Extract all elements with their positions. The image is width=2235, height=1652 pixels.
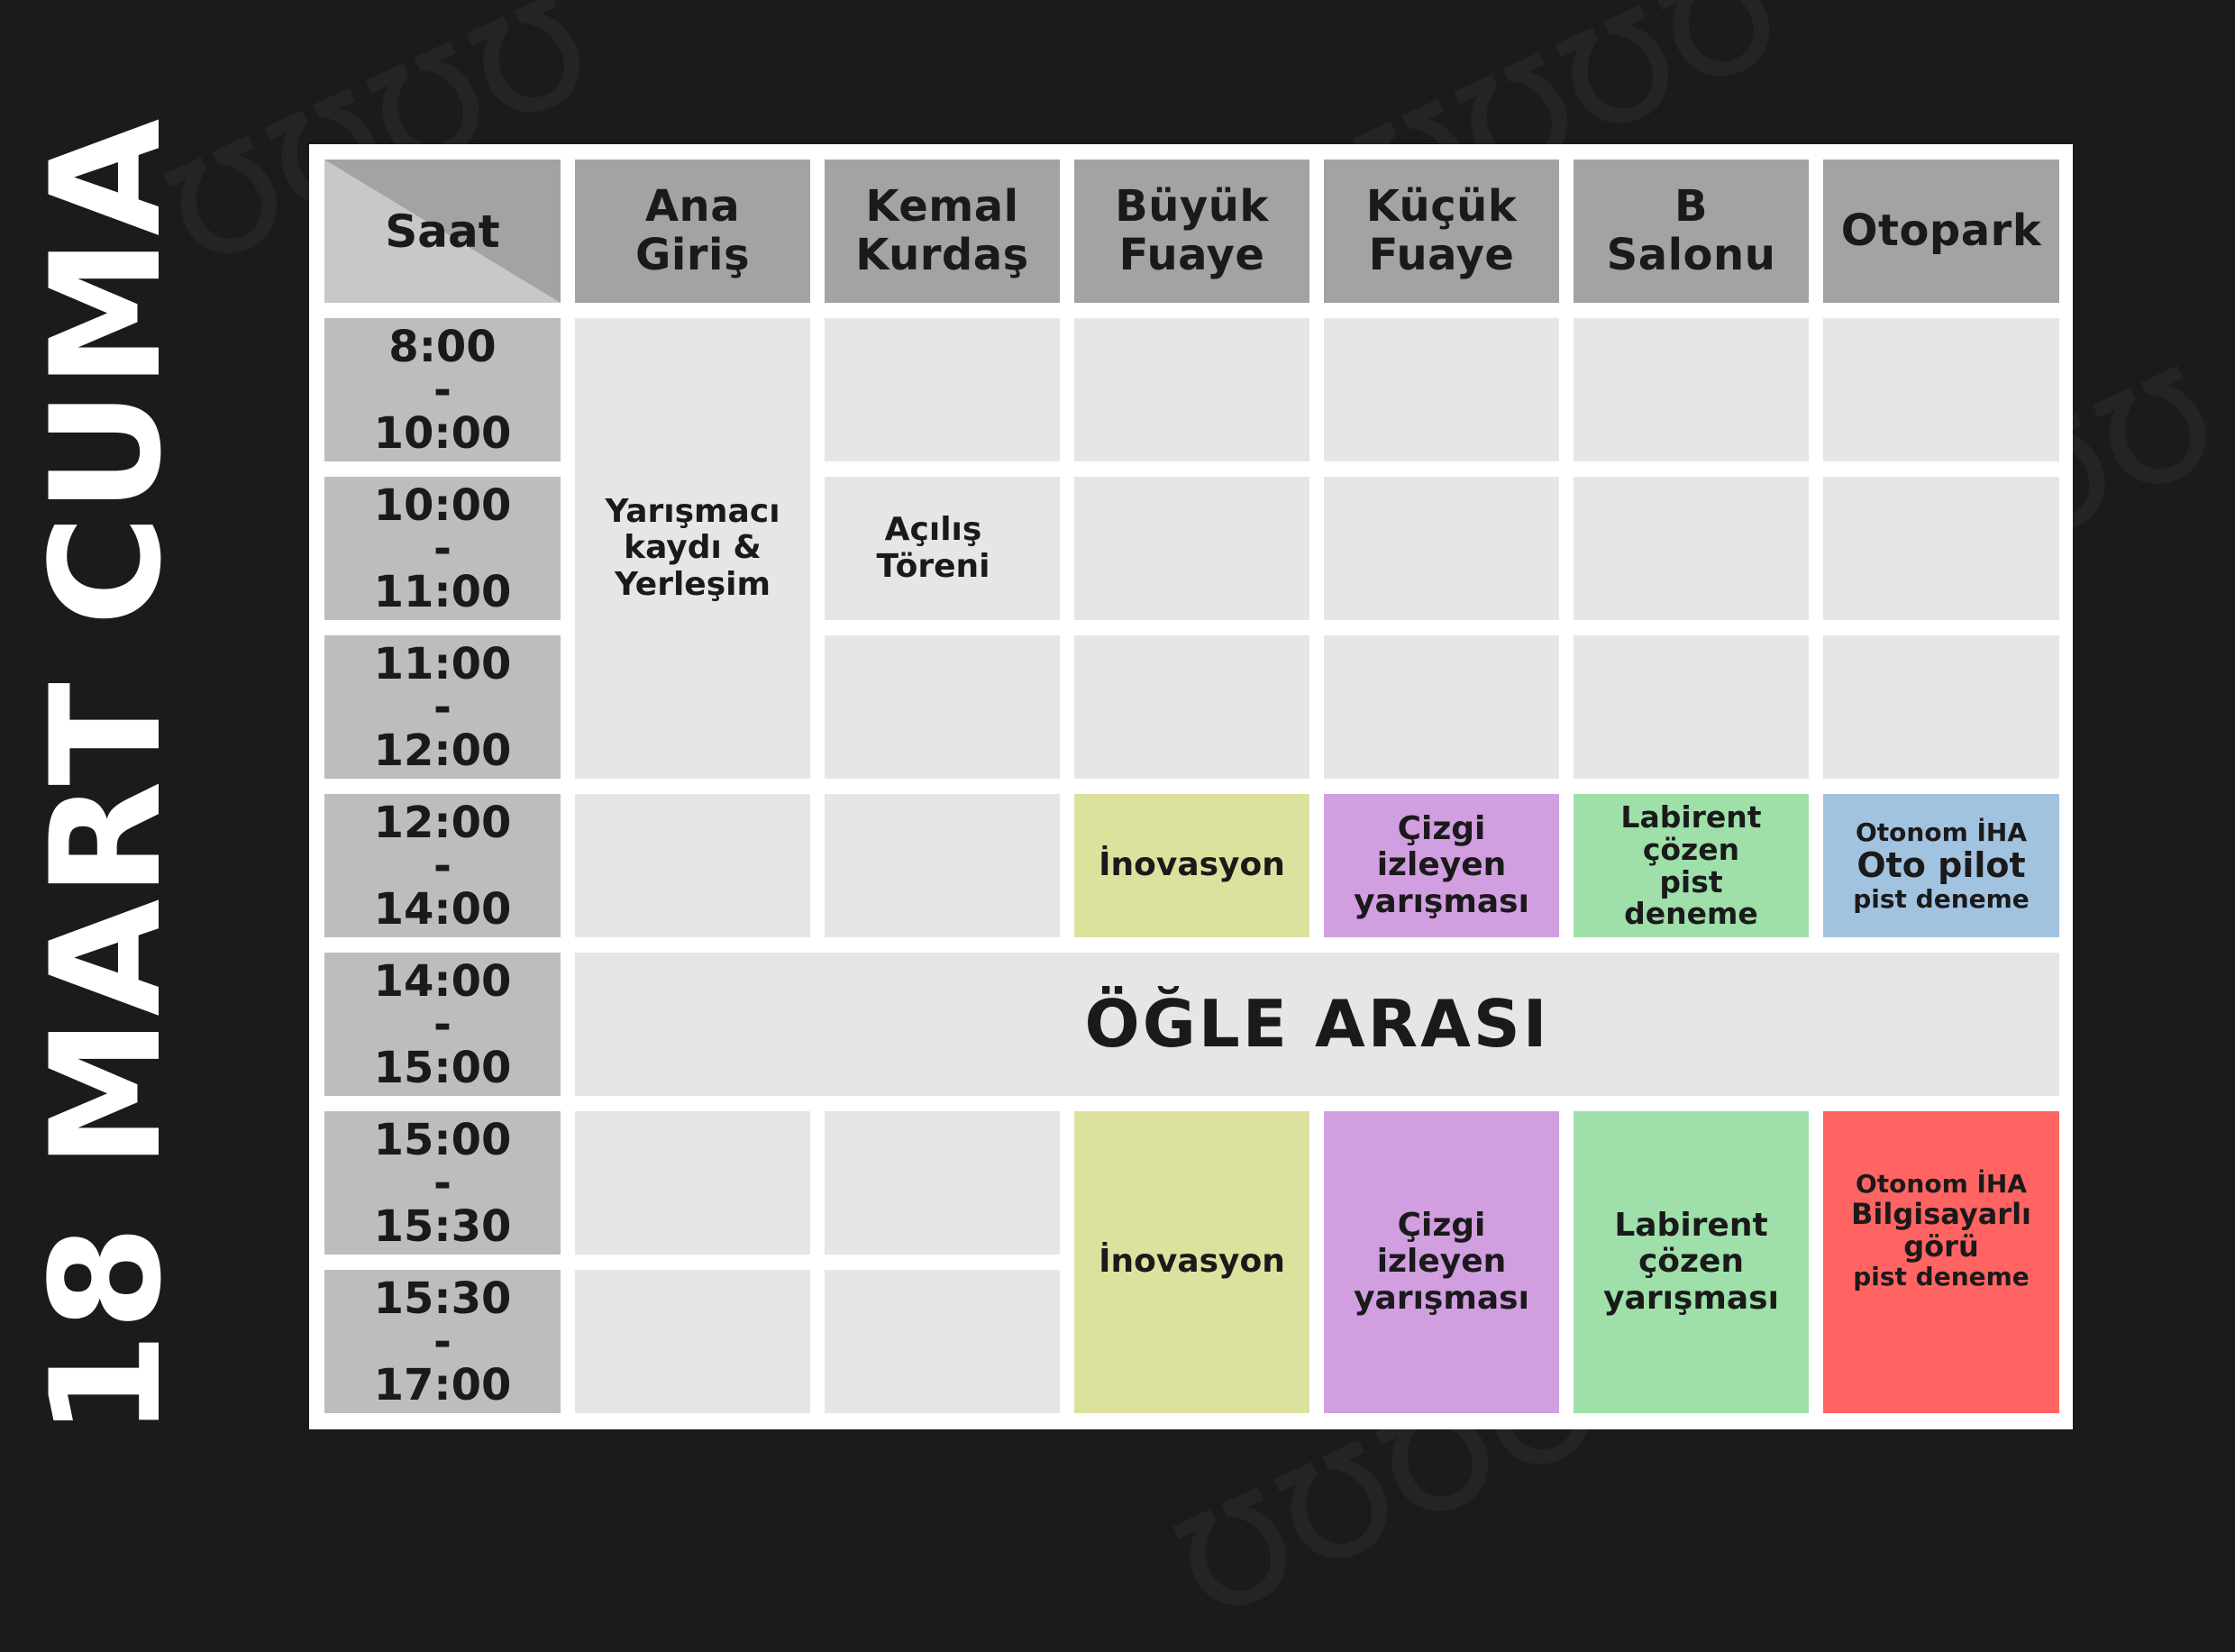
header-otopark: Otopark [1823, 160, 2059, 303]
empty-slot [1324, 635, 1559, 779]
empty-slot [1574, 318, 1809, 461]
time-slot: 10:00 - 11:00 [324, 477, 561, 620]
event-inovasyon: İnovasyon [1074, 1111, 1309, 1413]
time-slot: 14:00 - 15:00 [324, 953, 561, 1096]
header-b-salonu: B Salonu [1574, 160, 1809, 303]
header-saat: Saat [324, 160, 561, 303]
event-labirent-cozen: Labirent çözen pist deneme [1574, 794, 1809, 937]
event-note: pist deneme [1853, 1262, 2030, 1292]
event-subtitle: Oto pilot [1856, 845, 2026, 886]
empty-slot [825, 1270, 1060, 1413]
page-title: 18 MART CUMA [18, 116, 195, 1438]
event-otonom-iha-oto-pilot: Otonom İHA Oto pilot pist deneme [1823, 794, 2059, 937]
empty-slot [825, 635, 1060, 779]
empty-slot [825, 1111, 1060, 1255]
event-subtitle: Bilgisayarlı görü [1850, 1196, 2032, 1264]
event-inovasyon: İnovasyon [1074, 794, 1309, 937]
event-labirent-cozen: Labirent çözen yarışması [1574, 1111, 1809, 1413]
event-note: pist deneme [1853, 883, 2030, 914]
header-kemal-kurdas: Kemal Kurdaş [825, 160, 1060, 303]
empty-slot [575, 1111, 810, 1255]
lunch-break-banner: ÖĞLE ARASI [575, 953, 2059, 1096]
header-kucuk-fuaye: Küçük Fuaye [1324, 160, 1559, 303]
event-otonom-iha-bilgisayarli-goru: Otonom İHA Bilgisayarlı görü pist deneme [1823, 1111, 2059, 1413]
event-title: Otonom İHA [1855, 817, 2028, 847]
empty-slot [825, 318, 1060, 461]
time-slot: 12:00 - 14:00 [324, 794, 561, 937]
empty-slot [1823, 477, 2059, 620]
empty-slot [1324, 477, 1559, 620]
schedule-table: Saat Ana Giriş Kemal Kurdaş Büyük Fuaye … [309, 144, 2073, 1429]
event-acilis-toreni: Açılış Töreni [825, 477, 1060, 620]
empty-slot [1324, 318, 1559, 461]
time-slot: 11:00 - 12:00 [324, 635, 561, 779]
event-title: Otonom İHA [1855, 1169, 2028, 1200]
empty-slot [1074, 477, 1309, 620]
event-yarismaci-kaydi: Yarışmacı kaydı & Yerleşim [575, 318, 810, 779]
event-cizgi-izleyen: Çizgi izleyen yarışması [1324, 794, 1559, 937]
event-cizgi-izleyen: Çizgi izleyen yarışması [1324, 1111, 1559, 1413]
header-buyuk-fuaye: Büyük Fuaye [1074, 160, 1309, 303]
empty-slot [575, 794, 810, 937]
time-slot: 15:00 - 15:30 [324, 1111, 561, 1255]
empty-slot [1074, 318, 1309, 461]
empty-slot [1823, 318, 2059, 461]
time-slot: 8:00 - 10:00 [324, 318, 561, 461]
empty-slot [1574, 635, 1809, 779]
empty-slot [1074, 635, 1309, 779]
time-slot: 15:30 - 17:00 [324, 1270, 561, 1413]
empty-slot [1823, 635, 2059, 779]
empty-slot [575, 1270, 810, 1413]
empty-slot [825, 794, 1060, 937]
empty-slot [1574, 477, 1809, 620]
header-ana-giris: Ana Giriş [575, 160, 810, 303]
